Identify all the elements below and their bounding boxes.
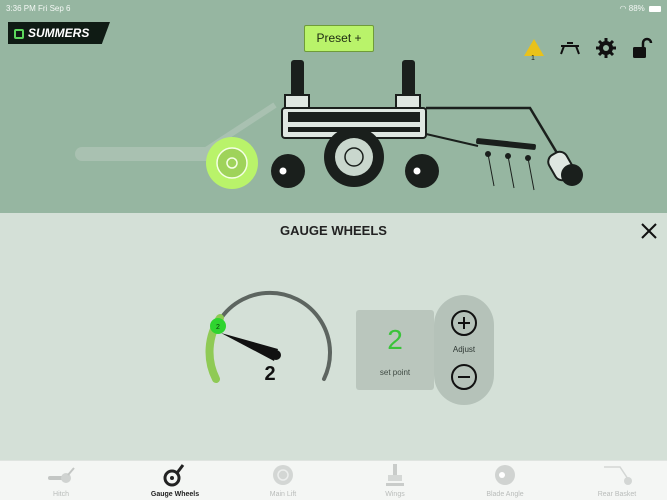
- main-lift-tab-icon: [273, 465, 293, 485]
- gauge-value: 2: [264, 363, 276, 385]
- tab-rear-basket[interactable]: Rear Basket: [572, 461, 662, 500]
- tab-gauge-wheels[interactable]: Gauge Wheels: [130, 461, 220, 500]
- gauge-wheels-panel: GAUGE WHEELS 2 2 2 set point Adjust: [0, 213, 667, 460]
- machine-view: 3:36 PM Fri Sep 6 ◠ 88% SUMMERS Preset +…: [0, 0, 667, 213]
- tab-main-lift[interactable]: Main Lift: [238, 461, 328, 500]
- gauge-needle: [221, 333, 278, 361]
- tab-wings[interactable]: Wings: [350, 461, 440, 500]
- battery-status: ◠ 88%: [620, 4, 661, 13]
- status-time: 3:36 PM Fri Sep 6: [6, 4, 71, 13]
- bottom-tab-bar: Hitch Gauge Wheels Main Lift Wings Blade…: [0, 460, 667, 500]
- plus-icon[interactable]: [450, 309, 478, 337]
- brand-logo: SUMMERS: [8, 22, 110, 44]
- brand-mark-icon: [14, 28, 24, 39]
- harrow-bar: [476, 138, 536, 150]
- close-icon[interactable]: [639, 221, 659, 241]
- gauge-dial[interactable]: 2: [200, 285, 340, 405]
- minus-icon[interactable]: [450, 363, 478, 391]
- gauge-wheel-tab-icon: [163, 464, 185, 487]
- battery-percent: 88%: [628, 4, 645, 13]
- tab-label-wings: Wings: [385, 491, 405, 498]
- implement-diagram: [75, 60, 583, 191]
- battery-icon: [649, 5, 661, 12]
- tab-label-hitch: Hitch: [53, 491, 69, 498]
- set-point-box: 2 set point: [356, 310, 434, 390]
- gauge-marker-label: 2: [216, 324, 220, 331]
- tab-blade-angle[interactable]: Blade Angle: [460, 461, 550, 500]
- tab-label-main-lift: Main Lift: [269, 491, 297, 498]
- status-bar: 3:36 PM Fri Sep 6 ◠ 88%: [6, 4, 661, 16]
- tab-label-rear-basket: Rear Basket: [597, 491, 637, 498]
- wings-tab-icon: [386, 464, 404, 486]
- rear-basket-roller: [561, 164, 583, 186]
- wifi-icon: ◠: [619, 4, 629, 13]
- rear-basket-tab-icon: [604, 466, 632, 485]
- adjust-label: Adjust: [452, 345, 476, 354]
- blade-angle-tab-icon: [495, 465, 515, 485]
- tab-label-gauge-wheels: Gauge Wheels: [150, 491, 200, 498]
- brand-name: SUMMERS: [28, 26, 90, 40]
- preset-button[interactable]: Preset +: [304, 25, 374, 52]
- panel-title: GAUGE WHEELS: [280, 223, 387, 238]
- front-disc: [271, 154, 305, 188]
- tab-label-blade-angle: Blade Angle: [486, 491, 524, 498]
- adjust-control: Adjust: [434, 295, 494, 405]
- set-point-label: set point: [379, 368, 411, 377]
- tab-hitch[interactable]: Hitch: [16, 461, 106, 500]
- hitch-tab-icon: [48, 467, 75, 483]
- rear-disc: [405, 154, 439, 188]
- set-point-value: 2: [387, 324, 403, 355]
